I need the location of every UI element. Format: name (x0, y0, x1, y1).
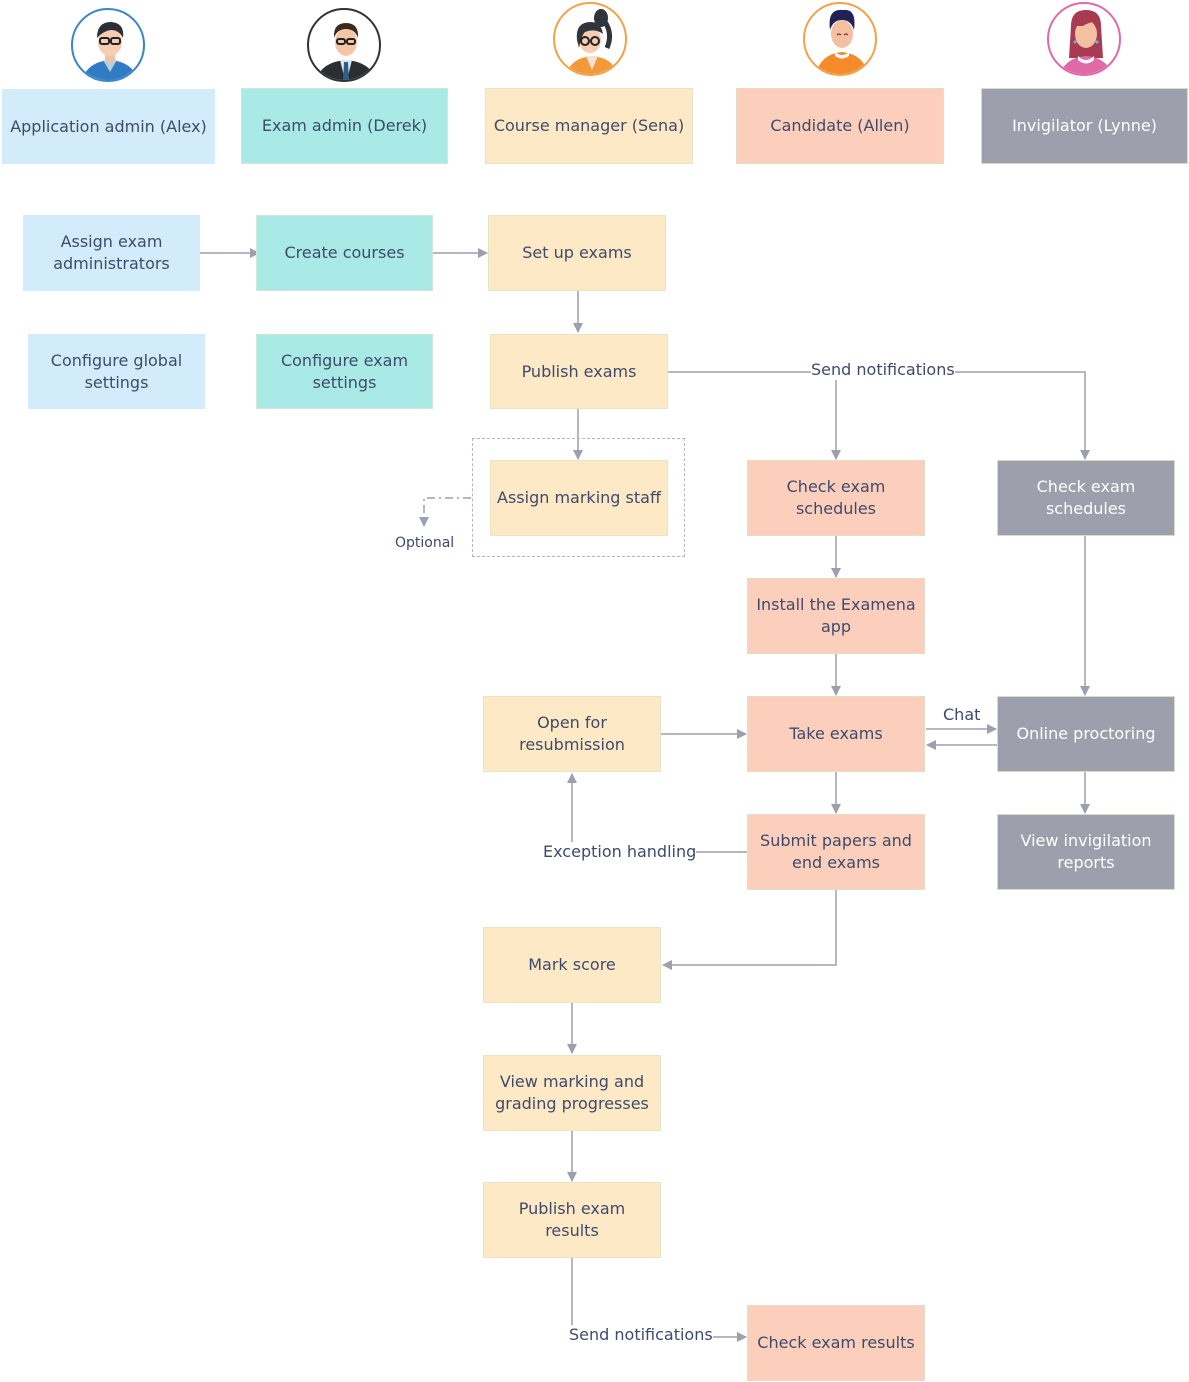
node-install-examena-app[interactable]: Install the Examena app (747, 578, 925, 654)
node-take-exams[interactable]: Take exams (747, 696, 925, 772)
edge-label-chat: Chat (943, 705, 981, 724)
role-label: Exam admin (Derek) (261, 116, 428, 135)
node-label: Configure exam settings (280, 350, 409, 392)
node-label: Check exam schedules (1036, 477, 1136, 518)
node-configure-global-settings[interactable]: Configure global settings (28, 334, 205, 409)
node-set-up-exams[interactable]: Set up exams (488, 215, 666, 291)
node-configure-exam-settings[interactable]: Configure exam settings (256, 334, 433, 409)
node-label: View invigilation reports (1020, 831, 1152, 872)
node-label: Check exam results (757, 1333, 915, 1352)
node-label: Install the Examena app (756, 595, 916, 636)
role-exam-admin: Exam admin (Derek) (241, 88, 448, 164)
node-publish-exam-results[interactable]: Publish exam results (483, 1182, 661, 1258)
node-view-marking-progress[interactable]: View marking and grading progresses (483, 1055, 661, 1131)
edge-publish-notify (667, 371, 1090, 460)
node-view-invigilation-reports[interactable]: View invigilation reports (997, 814, 1175, 890)
avatar-sena (553, 2, 627, 76)
node-label: Mark score (528, 955, 616, 974)
node-label: Set up exams (522, 243, 632, 262)
node-label: Assign exam administrators (53, 232, 170, 273)
connectors (200, 248, 1090, 1342)
node-mark-score[interactable]: Mark score (483, 927, 661, 1003)
role-label: Candidate (Allen) (770, 116, 910, 135)
node-assign-exam-admins[interactable]: Assign exam administrators (23, 215, 200, 291)
role-candidate: Candidate (Allen) (736, 88, 944, 164)
avatar-alex (71, 8, 145, 82)
edge-exception (567, 773, 747, 853)
edge-label-send-notifications-results: Send notifications (569, 1325, 713, 1345)
node-label: Configure global settings (50, 350, 183, 392)
role-course-manager: Course manager (Sena) (485, 88, 693, 164)
node-label: Submit papers and end exams (760, 831, 912, 872)
node-label: Assign marking staff (497, 488, 661, 507)
node-assign-marking-staff[interactable]: Assign marking staff (490, 460, 668, 536)
node-online-proctoring[interactable]: Online proctoring (997, 696, 1175, 772)
node-label: Publish exams (521, 361, 637, 381)
avatar-derek (307, 8, 381, 82)
node-submit-papers[interactable]: Submit papers and end exams (747, 814, 925, 890)
role-label: Application admin (Alex) (10, 116, 207, 136)
node-label: Take exams (789, 724, 883, 743)
role-label: Invigilator (Lynne) (1012, 116, 1157, 135)
role-invigilator: Invigilator (Lynne) (981, 88, 1188, 164)
node-label: View marking and grading progresses (495, 1072, 649, 1113)
role-application-admin: Application admin (Alex) (2, 89, 215, 164)
node-create-courses[interactable]: Create courses (256, 215, 433, 291)
edge-optional (419, 497, 471, 527)
avatar-allen (803, 2, 877, 76)
node-check-exam-results[interactable]: Check exam results (747, 1305, 925, 1381)
edge-label-exception-handling: Exception handling (543, 842, 697, 862)
edge-submit-to-mark (662, 890, 837, 970)
avatar-lynne (1047, 2, 1121, 76)
edge-label-send-notifications: Send notifications (811, 360, 955, 380)
node-label: Check exam schedules (786, 477, 886, 518)
node-label: Open for resubmission (519, 713, 625, 754)
node-check-exam-schedules-invigilator[interactable]: Check exam schedules (997, 460, 1175, 536)
node-label: Create courses (284, 243, 405, 262)
node-check-exam-schedules-candidate[interactable]: Check exam schedules (747, 460, 925, 536)
edge-label-optional: Optional (395, 533, 455, 553)
node-open-for-resubmission[interactable]: Open for resubmission (483, 696, 661, 772)
role-label: Course manager (Sena) (493, 116, 685, 135)
node-publish-exams[interactable]: Publish exams (490, 334, 668, 409)
node-label: Online proctoring (1016, 724, 1156, 743)
node-label: Publish exam results (518, 1199, 626, 1240)
